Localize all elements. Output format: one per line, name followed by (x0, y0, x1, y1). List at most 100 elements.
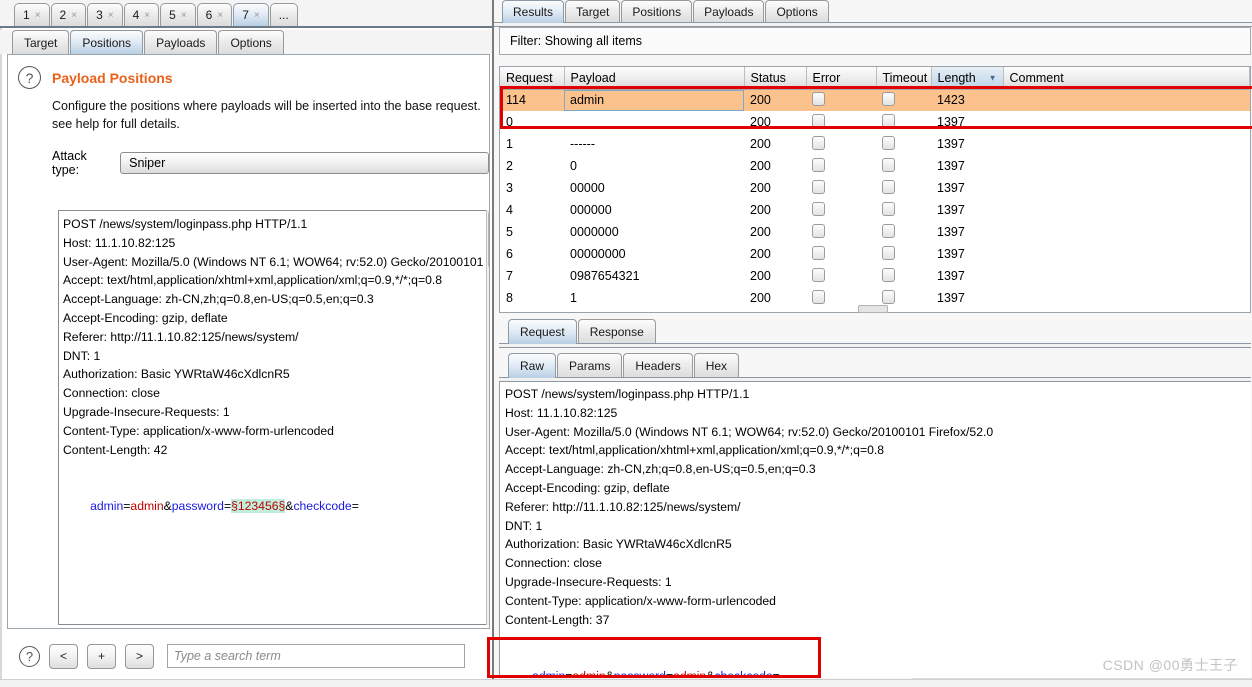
results-column-header-comment[interactable]: Comment (1003, 67, 1250, 90)
view-tab-headers[interactable]: Headers (623, 353, 693, 378)
close-icon[interactable]: × (217, 10, 223, 21)
cell-request: 3 (506, 181, 513, 195)
checkbox-icon[interactable] (812, 135, 825, 150)
section-tab-payloads[interactable]: Payloads (144, 30, 218, 54)
request-viewer-line: Accept: text/html,application/xhtml+xml,… (505, 443, 885, 458)
checkbox-icon[interactable] (882, 289, 895, 304)
results-column-header-status[interactable]: Status (744, 67, 807, 90)
view-tab-hex[interactable]: Hex (693, 353, 740, 378)
column-header-label: Error (812, 70, 841, 85)
attack-tab-6[interactable]: 6 × (196, 3, 233, 26)
close-icon[interactable]: × (254, 10, 260, 21)
results-table-container[interactable]: Request Payload Status Error Timeout Length ▼ C… (499, 66, 1251, 313)
cell-length: 1397 (937, 247, 965, 261)
checkbox-icon[interactable] (882, 157, 895, 172)
checkbox-icon[interactable] (812, 113, 825, 128)
results-tab-target[interactable]: Target (565, 0, 621, 23)
checkbox-icon[interactable] (812, 267, 825, 282)
view-tab-params[interactable]: Params (557, 353, 623, 378)
attack-tab-4[interactable]: 4 × (123, 3, 160, 26)
results-column-header-error[interactable]: Error (806, 67, 877, 90)
checkbox-icon[interactable] (812, 179, 825, 194)
table-row[interactable]: 1 ------ 200 1397 (500, 133, 1250, 155)
close-icon[interactable]: × (35, 10, 41, 21)
base-request-line: Accept-Language: zh-CN,zh;q=0.8,en-US;q=… (63, 292, 374, 307)
results-table-resize-grip[interactable] (858, 305, 888, 313)
view-tab-raw[interactable]: Raw (508, 353, 557, 378)
base-request-editor[interactable]: POST /news/system/loginpass.php HTTP/1.1… (58, 210, 488, 625)
section-tab-options[interactable]: Options (218, 30, 284, 54)
close-icon[interactable]: × (108, 10, 114, 21)
table-row[interactable]: 4 000000 200 1397 (500, 199, 1250, 221)
checkbox-icon[interactable] (882, 267, 895, 282)
table-row[interactable]: 7 0987654321 200 1397 (500, 265, 1250, 287)
base-request-line: Content-Type: application/x-www-form-url… (63, 423, 334, 438)
results-column-header-payload[interactable]: Payload (564, 67, 745, 90)
results-tab-bar: Results Target Positions Payloads Options (494, 0, 1252, 23)
request-viewer-line: Content-Length: 37 (505, 612, 610, 627)
table-row[interactable]: 3 00000 200 1397 (500, 177, 1250, 199)
section-tab-positions[interactable]: Positions (70, 30, 144, 54)
cell-status: 200 (750, 291, 771, 305)
attack-type-row: Attack type: Sniper (8, 133, 489, 177)
attack-tab-7[interactable]: 7 × (233, 3, 269, 26)
checkbox-icon[interactable] (812, 201, 825, 216)
question-mark-icon[interactable]: ? (18, 66, 41, 89)
attack-tab-5[interactable]: 5 × (160, 3, 196, 26)
table-row[interactable]: 6 00000000 200 1397 (500, 243, 1250, 265)
results-column-header-timeout[interactable]: Timeout (876, 67, 932, 90)
results-column-header-length[interactable]: Length ▼ (931, 67, 1004, 90)
clear-next-button[interactable]: > (125, 643, 154, 669)
results-tab-payloads[interactable]: Payloads (693, 0, 765, 23)
attack-tab-3[interactable]: 3 × (87, 3, 123, 26)
attack-type-select[interactable]: Sniper (120, 152, 489, 174)
checkbox-icon[interactable] (812, 223, 825, 238)
checkbox-icon[interactable] (882, 135, 895, 150)
search-input[interactable] (167, 644, 465, 668)
clear-previous-button[interactable]: < (49, 643, 78, 669)
close-icon[interactable]: × (144, 10, 150, 21)
checkbox-icon[interactable] (882, 91, 895, 106)
checkbox-icon[interactable] (812, 289, 825, 304)
results-tab-positions[interactable]: Positions (621, 0, 693, 23)
checkbox-icon[interactable] (812, 91, 825, 106)
checkbox-icon[interactable] (812, 157, 825, 172)
base-request-line: Accept: text/html,application/xhtml+xml,… (63, 273, 443, 288)
message-tab-response[interactable]: Response (577, 319, 656, 344)
tab-label: Headers (635, 359, 681, 373)
tab-label: Target (24, 35, 58, 50)
burp-intruder-window: 1 × 2 × 3 × 4 × 5 × 6 × 7 ×... Target Positions Payload… (0, 0, 1252, 687)
request-viewer[interactable]: POST /news/system/loginpass.php HTTP/1.1… (499, 382, 1251, 678)
checkbox-icon[interactable] (882, 245, 895, 260)
base-request-line: User-Agent: Mozilla/5.0 (Windows NT 6.1;… (63, 254, 488, 269)
base-request-line: POST /news/system/loginpass.php HTTP/1.1 (63, 217, 308, 231)
close-icon[interactable]: × (181, 10, 187, 21)
checkbox-icon[interactable] (882, 113, 895, 128)
attack-tab-2[interactable]: 2 × (50, 3, 87, 26)
cell-status: 200 (750, 181, 771, 195)
attack-tab-1[interactable]: 1 × (14, 3, 50, 26)
results-tab-options[interactable]: Options (765, 0, 829, 23)
checkbox-icon[interactable] (882, 223, 895, 238)
checkbox-icon[interactable] (882, 179, 895, 194)
base-request-scrollbar[interactable] (486, 210, 489, 625)
question-mark-icon[interactable]: ? (19, 645, 40, 667)
cell-status: 200 (750, 269, 771, 283)
close-icon[interactable]: × (71, 10, 77, 21)
table-row[interactable]: 114 admin 200 1423 (500, 89, 1250, 111)
table-row[interactable]: 0 200 1397 (500, 111, 1250, 133)
scrollbar-thumb[interactable] (488, 212, 489, 267)
cell-comment (1003, 111, 1250, 133)
section-tab-target[interactable]: Target (12, 30, 70, 54)
table-row[interactable]: 5 0000000 200 1397 (500, 221, 1250, 243)
filter-bar[interactable]: Filter: Showing all items (499, 27, 1251, 55)
add-position-button[interactable]: + (87, 643, 116, 669)
results-tab-results[interactable]: Results (502, 0, 565, 23)
checkbox-icon[interactable] (882, 201, 895, 216)
results-column-header-request[interactable]: Request (500, 67, 565, 90)
table-row[interactable]: 2 0 200 1397 (500, 155, 1250, 177)
message-view-tab-bar: Raw Params Headers Hex (502, 352, 1250, 378)
checkbox-icon[interactable] (812, 245, 825, 260)
message-tab-request[interactable]: Request (508, 319, 577, 344)
attack-tab-[interactable]: ... (269, 3, 298, 26)
